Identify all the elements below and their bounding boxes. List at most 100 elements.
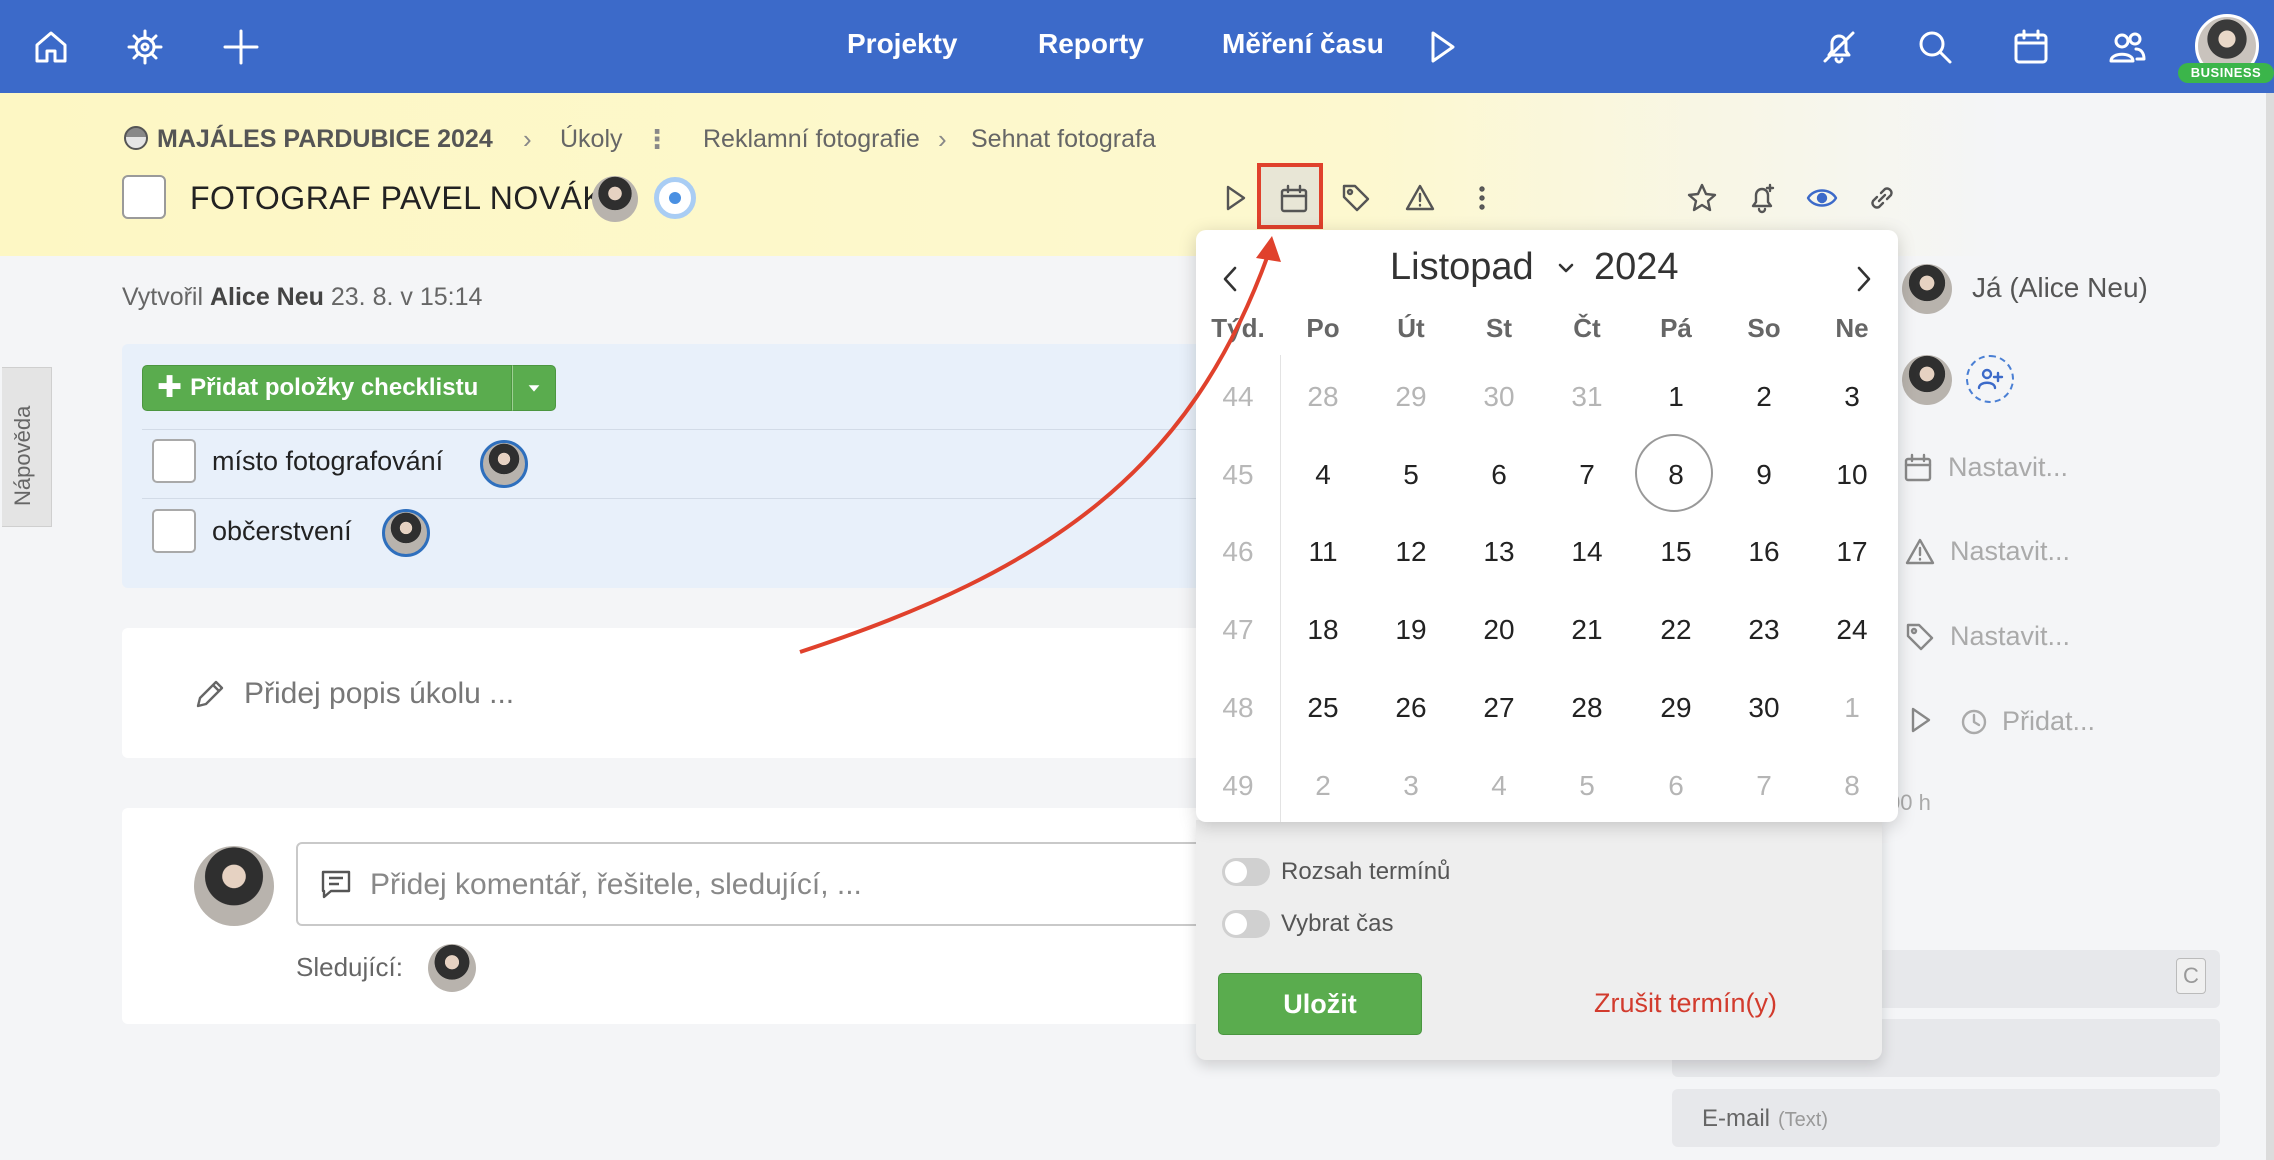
calendar-day-outside[interactable]: 30 (1455, 381, 1543, 413)
calendar-day[interactable]: 22 (1632, 614, 1720, 646)
assignee-name[interactable]: Já (Alice Neu) (1972, 272, 2148, 304)
time-add[interactable]: Přidat... (2002, 706, 2095, 737)
calendar-day[interactable]: 2 (1720, 381, 1808, 413)
calendar-day[interactable]: 28 (1543, 692, 1631, 724)
help-tab[interactable]: Nápověda (2, 367, 52, 527)
calendar-day-outside[interactable]: 4 (1455, 770, 1543, 802)
calendar-day[interactable]: 25 (1279, 692, 1367, 724)
bell-off-icon[interactable] (1814, 22, 1864, 72)
checklist-item-avatar[interactable] (382, 509, 430, 557)
custom-field-email[interactable]: E-mail (Text) (1672, 1089, 2220, 1147)
nav-reporty[interactable]: Reporty (1038, 28, 1144, 60)
plus-icon[interactable] (216, 22, 266, 72)
play-icon[interactable] (1215, 178, 1255, 218)
search-icon[interactable] (1910, 22, 1960, 72)
checklist-item[interactable]: občerstvení (212, 516, 352, 547)
month-select[interactable]: Listopad (1390, 246, 1534, 289)
chevron-down-icon[interactable] (1556, 258, 1576, 278)
tags-set[interactable]: Nastavit... (1950, 621, 2070, 652)
calendar-day[interactable]: 26 (1367, 692, 1455, 724)
calendar-day[interactable]: 9 (1720, 459, 1808, 491)
bell-plus-icon[interactable] (1742, 178, 1782, 218)
checklist-item[interactable]: místo fotografování (212, 446, 443, 477)
add-checklist-dropdown[interactable] (512, 365, 556, 411)
calendar-day[interactable]: 1 (1632, 381, 1720, 413)
checklist-item-checkbox[interactable] (152, 509, 196, 553)
calendar-day[interactable]: 16 (1720, 536, 1808, 568)
checklist-item-checkbox[interactable] (152, 439, 196, 483)
calendar-day[interactable]: 19 (1367, 614, 1455, 646)
calendar-day-outside[interactable]: 31 (1543, 381, 1631, 413)
add-follower-button[interactable] (1966, 355, 2014, 403)
play-icon[interactable] (1416, 22, 1466, 72)
calendar-icon[interactable] (2006, 22, 2056, 72)
calendar-day[interactable]: 17 (1808, 536, 1896, 568)
calendar-day[interactable]: 29 (1632, 692, 1720, 724)
checklist-item-avatar[interactable] (480, 440, 528, 488)
calendar-icon[interactable] (1274, 179, 1314, 219)
star-icon[interactable] (1682, 178, 1722, 218)
calendar-day[interactable]: 12 (1367, 536, 1455, 568)
calendar-day[interactable]: 5 (1367, 459, 1455, 491)
calendar-day[interactable]: 13 (1455, 536, 1543, 568)
calendar-day-outside[interactable]: 6 (1632, 770, 1720, 802)
play-icon[interactable] (1904, 704, 1938, 738)
calendar-day[interactable]: 11 (1279, 536, 1367, 568)
calendar-day[interactable]: 24 (1808, 614, 1896, 646)
add-checklist-button[interactable]: ✚ Přidat položky checklistu (142, 365, 512, 411)
breadcrumb-project[interactable]: MAJÁLES PARDUBICE 2024 (157, 125, 493, 154)
settings-wheel-icon[interactable] (120, 22, 170, 72)
eye-icon[interactable] (1802, 178, 1842, 218)
breadcrumb-task[interactable]: Sehnat fotografa (971, 125, 1156, 154)
calendar-day-outside[interactable]: 2 (1279, 770, 1367, 802)
nav-time-tracking[interactable]: Měření času (1222, 28, 1384, 60)
follower-avatar[interactable] (428, 944, 476, 992)
calendar-day-outside[interactable]: 1 (1808, 692, 1896, 724)
calendar-day-outside[interactable]: 8 (1808, 770, 1896, 802)
save-button[interactable]: Uložit (1218, 973, 1422, 1035)
calendar-day-outside[interactable]: 5 (1543, 770, 1631, 802)
more-vertical-icon[interactable] (1462, 178, 1502, 218)
next-month-button[interactable] (1850, 262, 1878, 296)
calendar-day[interactable]: 23 (1720, 614, 1808, 646)
calendar-day-outside[interactable]: 3 (1367, 770, 1455, 802)
status-indicator[interactable] (654, 177, 696, 219)
scrollbar[interactable] (2266, 93, 2274, 1160)
home-icon[interactable] (26, 22, 76, 72)
calendar-day[interactable]: 30 (1720, 692, 1808, 724)
description-placeholder[interactable]: Přidej popis úkolu ... (244, 677, 514, 711)
date-range-toggle[interactable] (1222, 858, 1270, 886)
priority-set[interactable]: Nastavit... (1950, 536, 2070, 567)
calendar-day-outside[interactable]: 7 (1720, 770, 1808, 802)
calendar-day[interactable]: 6 (1455, 459, 1543, 491)
comment-placeholder[interactable]: Přidej komentář, řešitele, sledující, ..… (370, 868, 862, 902)
calendar-day[interactable]: 21 (1543, 614, 1631, 646)
more-vertical-icon[interactable]: ⋮ (644, 124, 670, 155)
cancel-dates-link[interactable]: Zrušit termín(y) (1594, 988, 1777, 1019)
calendar-day[interactable]: 3 (1808, 381, 1896, 413)
calendar-day[interactable]: 8 (1632, 459, 1720, 491)
breadcrumb-list[interactable]: Reklamní fotografie (703, 125, 920, 154)
calendar-day[interactable]: 14 (1543, 536, 1631, 568)
pick-time-toggle[interactable] (1222, 910, 1270, 938)
calendar-day[interactable]: 7 (1543, 459, 1631, 491)
calendar-day[interactable]: 18 (1279, 614, 1367, 646)
users-icon[interactable] (2102, 22, 2152, 72)
task-complete-checkbox[interactable] (122, 175, 166, 219)
breadcrumb-tasks[interactable]: Úkoly (560, 125, 623, 154)
task-title[interactable]: FOTOGRAF PAVEL NOVÁK (190, 180, 604, 217)
year-select[interactable]: 2024 (1594, 246, 1679, 289)
follower-avatar[interactable] (1902, 355, 1952, 405)
calendar-day[interactable]: 27 (1455, 692, 1543, 724)
tag-icon[interactable] (1336, 178, 1376, 218)
calendar-day[interactable]: 10 (1808, 459, 1896, 491)
link-icon[interactable] (1862, 178, 1902, 218)
calendar-day-outside[interactable]: 29 (1367, 381, 1455, 413)
calendar-day[interactable]: 4 (1279, 459, 1367, 491)
calendar-day[interactable]: 15 (1632, 536, 1720, 568)
previous-month-button[interactable] (1216, 262, 1244, 296)
calendar-day[interactable]: 20 (1455, 614, 1543, 646)
due-date-set[interactable]: Nastavit... (1948, 452, 2068, 483)
warning-icon[interactable] (1400, 178, 1440, 218)
assignee-avatar[interactable] (592, 176, 638, 222)
